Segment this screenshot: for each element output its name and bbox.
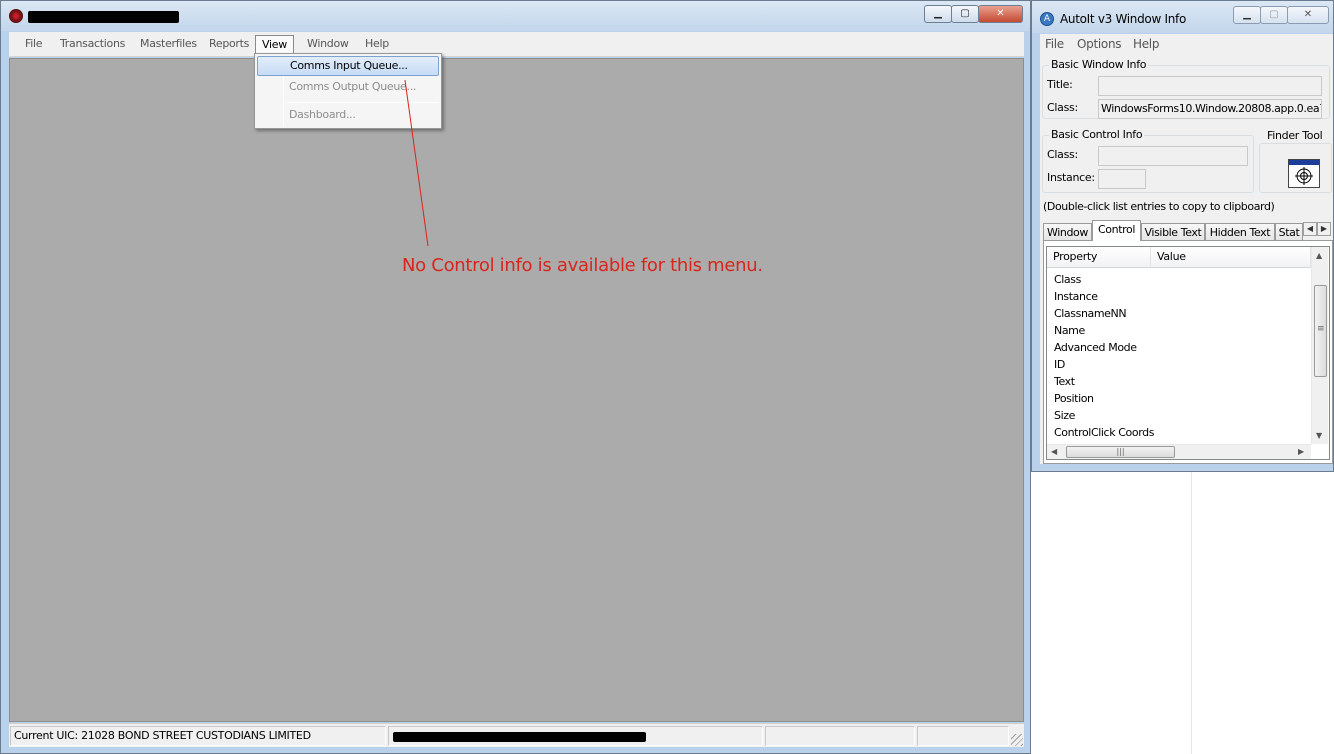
basic-window-info-group: Basic Window Info Title: Class: WindowsF… xyxy=(1042,58,1330,119)
control-class-field[interactable] xyxy=(1098,146,1248,166)
basic-control-info-label: Basic Control Info xyxy=(1049,128,1145,141)
basic-window-info-label: Basic Window Info xyxy=(1049,58,1149,71)
horizontal-scrollbar[interactable]: ◀ ||| ▶ xyxy=(1047,444,1311,459)
mdi-client-area[interactable] xyxy=(9,58,1024,722)
list-item[interactable]: Instance xyxy=(1054,288,1098,305)
autoit-window-info: A AutoIt v3 Window Info ▁ ▢ ✕ File Optio… xyxy=(1031,0,1334,472)
list-item[interactable]: Text xyxy=(1054,373,1075,390)
menu-separator xyxy=(287,102,439,103)
maximize-button[interactable]: ▢ xyxy=(951,5,979,23)
finder-tool-crosshair-icon[interactable] xyxy=(1288,159,1320,188)
status-current-uic: Current UIC: 21028 BOND STREET CUSTODIAN… xyxy=(10,726,386,746)
autoit-menu-options[interactable]: Options xyxy=(1077,37,1122,51)
menu-item-comms-output-queue[interactable]: Comms Output Queue... xyxy=(257,78,439,98)
title-label: Title: xyxy=(1047,78,1073,91)
list-item[interactable]: ClassnameNN xyxy=(1054,305,1127,322)
copy-hint-text: (Double-click list entries to copy to cl… xyxy=(1043,200,1275,213)
menu-view[interactable]: View xyxy=(255,35,294,54)
list-item[interactable]: Advanced Mode xyxy=(1054,339,1137,356)
autoit-menu-help[interactable]: Help xyxy=(1133,37,1159,51)
tab-control[interactable]: Control xyxy=(1092,220,1141,241)
window-title-field[interactable] xyxy=(1098,76,1322,96)
vertical-scrollbar[interactable]: ▲ ≡ ▼ xyxy=(1311,247,1328,444)
desktop-divider xyxy=(1191,472,1192,754)
autoit-menu-file[interactable]: File xyxy=(1045,37,1064,51)
control-class-label: Class: xyxy=(1047,148,1078,161)
menu-item-dashboard[interactable]: Dashboard... xyxy=(257,106,439,126)
scroll-down-icon[interactable]: ▼ xyxy=(1316,431,1322,440)
annotation-text: No Control info is available for this me… xyxy=(402,255,763,276)
status-bar: Current UIC: 21028 BOND STREET CUSTODIAN… xyxy=(9,723,1024,747)
finder-tool-group xyxy=(1259,143,1332,193)
status-panel-4 xyxy=(917,726,1009,746)
autoit-title-bar[interactable]: A AutoIt v3 Window Info ▁ ▢ ✕ xyxy=(1032,1,1333,33)
desktop-background xyxy=(1031,472,1334,754)
menu-item-comms-input-queue[interactable]: Comms Input Queue... xyxy=(257,56,439,76)
minimize-button[interactable]: ▁ xyxy=(924,5,952,23)
list-item[interactable]: Position xyxy=(1054,390,1094,407)
status-panel-3 xyxy=(765,726,915,746)
tab-statusbar[interactable]: Stat xyxy=(1275,223,1303,241)
main-window: ▁ ▢ ✕ File Transactions Masterfiles Repo… xyxy=(0,0,1031,754)
view-menu-dropdown: Comms Input Queue... Comms Output Queue.… xyxy=(254,53,442,129)
autoit-close-button[interactable]: ✕ xyxy=(1287,6,1329,24)
control-tab-panel: Property Value Class Instance ClassnameN… xyxy=(1043,240,1333,464)
status-panel-redacted xyxy=(388,726,763,746)
property-list[interactable]: Property Value Class Instance ClassnameN… xyxy=(1046,246,1330,460)
redacted-status-text xyxy=(393,732,646,742)
scroll-left-icon[interactable]: ◀ xyxy=(1051,447,1057,456)
autoit-window-title: AutoIt v3 Window Info xyxy=(1060,12,1187,26)
tab-hidden-text[interactable]: Hidden Text xyxy=(1205,223,1275,241)
list-item[interactable]: Size xyxy=(1054,407,1075,424)
resize-grip[interactable] xyxy=(1011,734,1023,746)
column-value[interactable]: Value xyxy=(1151,247,1311,268)
finder-tool-label: Finder Tool xyxy=(1267,129,1323,142)
scroll-up-icon[interactable]: ▲ xyxy=(1316,251,1322,260)
app-icon[interactable] xyxy=(9,9,23,23)
list-item[interactable]: Name xyxy=(1054,322,1085,339)
list-item[interactable]: ID xyxy=(1054,356,1065,373)
vertical-scroll-thumb[interactable]: ≡ xyxy=(1314,285,1327,377)
menu-help[interactable]: Help xyxy=(359,35,395,54)
basic-control-info-group: Basic Control Info Class: Instance: xyxy=(1042,128,1254,193)
close-button[interactable]: ✕ xyxy=(978,5,1023,23)
tab-window[interactable]: Window xyxy=(1043,223,1092,241)
menu-masterfiles[interactable]: Masterfiles xyxy=(134,35,203,54)
column-property[interactable]: Property xyxy=(1047,247,1151,268)
menu-reports[interactable]: Reports xyxy=(203,35,255,54)
tab-scroll-left-icon[interactable]: ◀ xyxy=(1303,222,1317,236)
horizontal-scroll-thumb[interactable]: ||| xyxy=(1066,446,1175,458)
autoit-icon[interactable]: A xyxy=(1040,12,1054,26)
control-instance-field[interactable] xyxy=(1098,169,1146,189)
main-title-bar[interactable]: ▁ ▢ ✕ xyxy=(1,1,1030,31)
autoit-minimize-button[interactable]: ▁ xyxy=(1233,6,1261,24)
menu-bar: File Transactions Masterfiles Reports Vi… xyxy=(9,32,1024,57)
tab-scroll-right-icon[interactable]: ▶ xyxy=(1317,222,1331,236)
grip-icon: ≡ xyxy=(1317,324,1325,334)
tab-visible-text[interactable]: Visible Text xyxy=(1141,223,1205,241)
autoit-client-area: File Options Help Basic Window Info Titl… xyxy=(1040,34,1333,464)
window-class-field[interactable]: WindowsForms10.Window.20808.app.0.ea7f4 xyxy=(1098,99,1322,119)
list-item[interactable]: Class xyxy=(1054,271,1081,288)
list-item[interactable]: ControlClick Coords xyxy=(1054,424,1154,441)
list-header: Property Value xyxy=(1047,247,1311,268)
class-label: Class: xyxy=(1047,101,1078,114)
autoit-maximize-button[interactable]: ▢ xyxy=(1260,6,1288,24)
control-instance-label: Instance: xyxy=(1047,171,1095,184)
menu-window[interactable]: Window xyxy=(301,35,355,54)
scroll-right-icon[interactable]: ▶ xyxy=(1298,447,1304,456)
menu-transactions[interactable]: Transactions xyxy=(54,35,131,54)
menu-file[interactable]: File xyxy=(19,35,48,54)
autoit-menu-bar: File Options Help xyxy=(1040,34,1333,54)
redacted-window-title xyxy=(28,11,179,23)
